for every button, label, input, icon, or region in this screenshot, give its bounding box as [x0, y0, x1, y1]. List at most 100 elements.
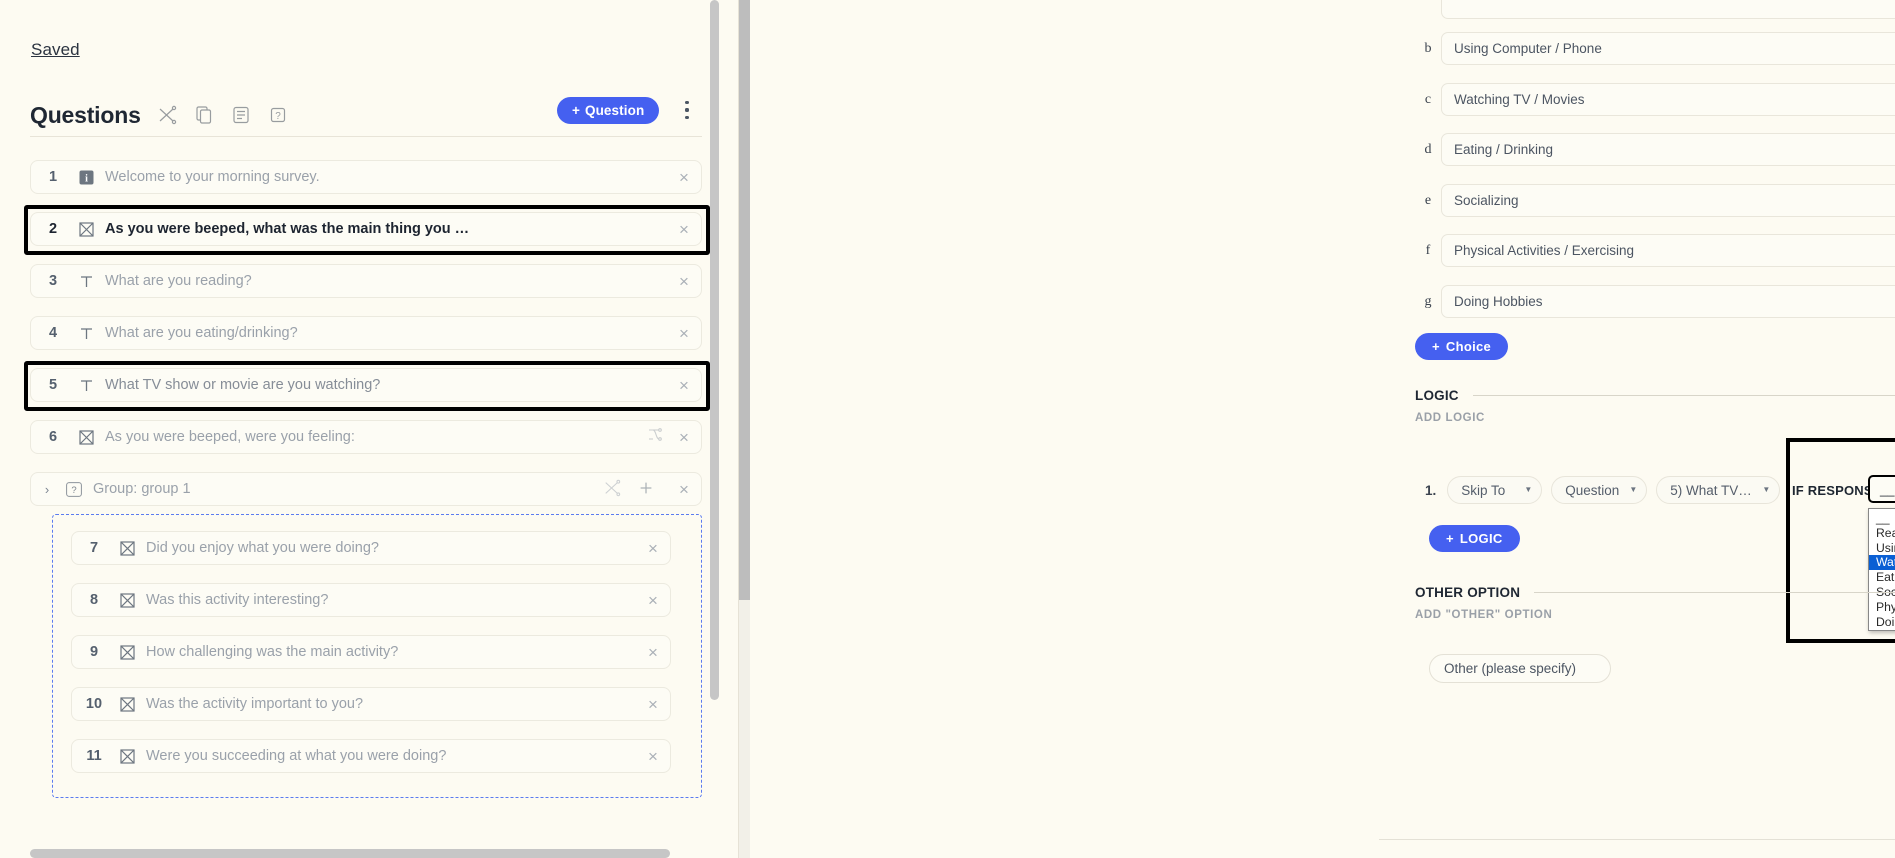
logic-target-type-select[interactable]: Question ▼ [1551, 476, 1648, 504]
question-row[interactable]: 7 Did you enjoy what you were doing? × [71, 531, 671, 565]
question-row[interactable]: 4 What are you eating/drinking? × [30, 316, 702, 350]
choice-letter: d [1424, 141, 1432, 157]
right-vertical-scrollbar[interactable] [739, 0, 750, 858]
saved-status-link[interactable]: Saved [31, 40, 80, 60]
survey-editor: Saved Questions ? + Question 1 i Welcome… [0, 0, 1895, 858]
multiple-choice-icon [75, 429, 97, 445]
question-title: What TV show or movie are you watching? [105, 377, 381, 393]
question-group-row[interactable]: ›? Group: group 1 × [30, 472, 702, 506]
question-number: 10 [85, 696, 103, 712]
choice-input[interactable] [1441, 32, 1895, 65]
choice-input[interactable] [1441, 234, 1895, 267]
add-question-button[interactable]: + Question [557, 97, 660, 124]
questions-more-menu-icon[interactable] [680, 98, 694, 122]
detail-content: × b×c×d×e×f×g× + Choice LOGIC ADD LOGIC … [753, 0, 1895, 858]
question-row[interactable]: 8 Was this activity interesting? × [71, 583, 671, 617]
question-title: What are you reading? [105, 273, 252, 289]
if-response-value: __ [1880, 481, 1895, 497]
text-question-icon [75, 274, 97, 289]
choice-row-partial: × [1415, 0, 1895, 19]
remove-question-icon[interactable]: × [636, 592, 670, 609]
question-mark-icon: ? [63, 481, 85, 497]
choice-row: f× [1415, 234, 1895, 267]
plus-icon: + [1432, 339, 1440, 354]
help-icon[interactable]: ? [268, 105, 288, 125]
remove-question-icon[interactable]: × [636, 644, 670, 661]
add-to-group-icon[interactable] [637, 479, 657, 499]
remove-question-icon[interactable]: × [667, 429, 701, 446]
add-logic-button[interactable]: + LOGIC [1429, 525, 1520, 552]
remove-question-icon[interactable]: × [667, 325, 701, 342]
question-row[interactable]: 10 Was the activity important to you? × [71, 687, 671, 721]
remove-question-icon[interactable]: × [667, 377, 701, 394]
choice-input[interactable] [1441, 184, 1895, 217]
question-row[interactable]: 1 i Welcome to your morning survey. × [30, 160, 702, 194]
questions-panel: Saved Questions ? + Question 1 i Welcome… [0, 0, 738, 858]
choice-letter: g [1424, 293, 1432, 309]
svg-text:?: ? [71, 485, 76, 496]
left-vertical-scrollbar[interactable] [710, 0, 719, 700]
multiple-choice-icon [116, 592, 138, 608]
question-number: 5 [48, 377, 58, 393]
expand-group-chevron-icon[interactable]: › [31, 482, 63, 497]
if-response-dropdown-list[interactable]: __ReadingUsing Computer / PhoneWatching … [1868, 508, 1895, 632]
page-title: Questions [30, 101, 141, 128]
other-option-section-header: OTHER OPTION [1415, 585, 1895, 600]
choice-row: e× [1415, 184, 1895, 217]
question-row[interactable]: 5 What TV show or movie are you watching?… [24, 361, 710, 411]
group-actions [603, 479, 657, 499]
logic-branch-icon[interactable] [647, 427, 667, 447]
remove-question-icon[interactable]: × [667, 273, 701, 290]
question-row[interactable]: 9 How challenging was the main activity? × [71, 635, 671, 669]
section-divider [1534, 592, 1895, 593]
remove-question-icon[interactable]: × [636, 748, 670, 765]
dropdown-option[interactable]: Watching TV / Movies [1869, 555, 1895, 571]
copy-icon[interactable] [194, 105, 214, 125]
list-icon[interactable] [231, 105, 251, 125]
remove-question-icon[interactable]: × [667, 169, 701, 186]
choice-input[interactable] [1441, 133, 1895, 166]
info-icon: i [75, 170, 97, 185]
if-response-select[interactable]: __ [1868, 475, 1895, 503]
add-choice-button[interactable]: + Choice [1415, 333, 1509, 360]
bottom-divider [1379, 839, 1895, 840]
multiple-choice-icon [116, 696, 138, 712]
question-row[interactable]: 11 Were you succeeding at what you were d… [71, 739, 671, 773]
logic-target-select[interactable]: 5) What TV show or ...▼ [1656, 476, 1781, 504]
remove-question-icon[interactable]: × [636, 696, 670, 713]
dropdown-option[interactable]: Doing Hobbies [1869, 615, 1895, 630]
question-number: 8 [89, 592, 99, 608]
other-option-input[interactable] [1429, 654, 1611, 683]
choice-letter: b [1424, 40, 1432, 56]
dropdown-option[interactable]: Eating / Drinking [1869, 570, 1895, 585]
choice-input[interactable] [1441, 285, 1895, 318]
choice-input[interactable] [1441, 83, 1895, 116]
question-title: Were you succeeding at what you were doi… [146, 748, 447, 764]
remove-question-icon[interactable]: × [636, 540, 670, 557]
svg-text:i: i [85, 173, 88, 184]
question-row[interactable]: 2 As you were beeped, what was the main t… [24, 205, 710, 255]
left-horizontal-scrollbar[interactable] [30, 849, 670, 858]
question-number: 11 [86, 748, 102, 764]
question-number: 2 [48, 221, 58, 237]
dropdown-option[interactable]: Reading [1869, 526, 1895, 541]
shuffle-icon[interactable] [157, 105, 177, 125]
choice-letter: e [1424, 192, 1432, 208]
add-choice-label: Choice [1445, 339, 1492, 354]
dropdown-option[interactable]: __ [1869, 511, 1895, 526]
choice-row: d× [1415, 133, 1895, 166]
remove-question-icon[interactable]: × [667, 221, 701, 238]
question-row[interactable]: 3 What are you reading? × [30, 264, 702, 298]
remove-group-icon[interactable]: × [667, 481, 701, 498]
dropdown-option[interactable]: Physical Activities / Exercising [1869, 600, 1895, 615]
choice-input-partial[interactable] [1441, 0, 1895, 19]
dropdown-option[interactable]: Using Computer / Phone [1869, 541, 1895, 556]
logic-action-select[interactable]: Skip To ▼ [1447, 476, 1543, 504]
shuffle-icon[interactable] [603, 479, 623, 499]
other-option-section-label: OTHER OPTION [1415, 585, 1521, 600]
questions-header-icons: ? [157, 105, 288, 125]
add-logic-label: LOGIC [1459, 531, 1503, 546]
logic-section-header: LOGIC [1415, 388, 1895, 403]
logic-rule-row: 1. Skip To▼ Question▼ 5) What TV show or… [1425, 476, 1789, 504]
question-row[interactable]: 6 As you were beeped, were you feeling: × [30, 420, 702, 454]
